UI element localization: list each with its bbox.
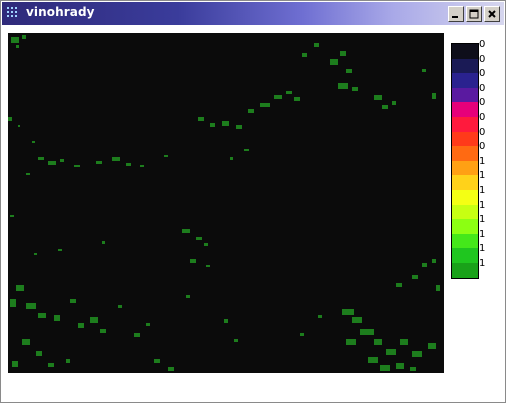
legend-swatch [452,73,478,88]
legend-swatch [452,248,478,263]
legend-swatch [452,175,478,190]
legend-swatch [452,131,478,147]
legend-swatch [452,233,478,249]
legend-swatch [452,219,478,234]
minimize-button[interactable] [448,6,464,22]
legend-swatch [452,44,478,59]
legend-label: 0 [479,111,486,123]
legend-swatch [452,116,478,132]
close-button[interactable] [484,6,500,22]
title-bar[interactable]: vinohrady [2,2,504,25]
minimize-icon [452,16,458,18]
legend-swatch [452,58,478,74]
legend-label: 0 [479,39,486,50]
legend-swatch [452,204,478,220]
legend-label: 1 [479,170,486,182]
legend-swatch [452,189,478,205]
legend-label: 1 [479,243,486,255]
app-window: vinohrady 0 0 0 0 0 0 0 0 1 1 1 1 1 1 1 … [0,0,506,403]
legend-label: 1 [479,257,486,269]
legend-label: 0 [479,97,486,109]
grid-dots-icon [7,7,17,17]
legend-labels: 0 0 0 0 0 0 0 0 1 1 1 1 1 1 1 1 [479,38,499,272]
legend-label: 1 [479,199,486,211]
legend-swatch [452,160,478,176]
window-title: vinohrady [26,5,95,19]
legend-label: 1 [479,155,486,167]
maximize-button[interactable] [466,6,482,22]
legend-label: 0 [479,82,486,94]
window-controls [448,6,500,22]
raster-map-view[interactable] [8,33,444,373]
legend-label: 1 [479,184,486,196]
maximize-icon [469,9,479,19]
legend-label: 0 [479,126,486,138]
legend-label: 0 [479,141,486,153]
color-legend [451,43,479,279]
raster-map-canvas [8,33,444,373]
legend-label: 0 [479,53,486,65]
legend-label: 1 [479,214,486,226]
legend-swatch [452,262,478,278]
legend-swatch [452,146,478,161]
close-icon [488,10,496,18]
legend-swatch [452,87,478,103]
legend-label: 1 [479,228,486,240]
legend-label: 0 [479,68,486,80]
legend-swatch [452,102,478,117]
